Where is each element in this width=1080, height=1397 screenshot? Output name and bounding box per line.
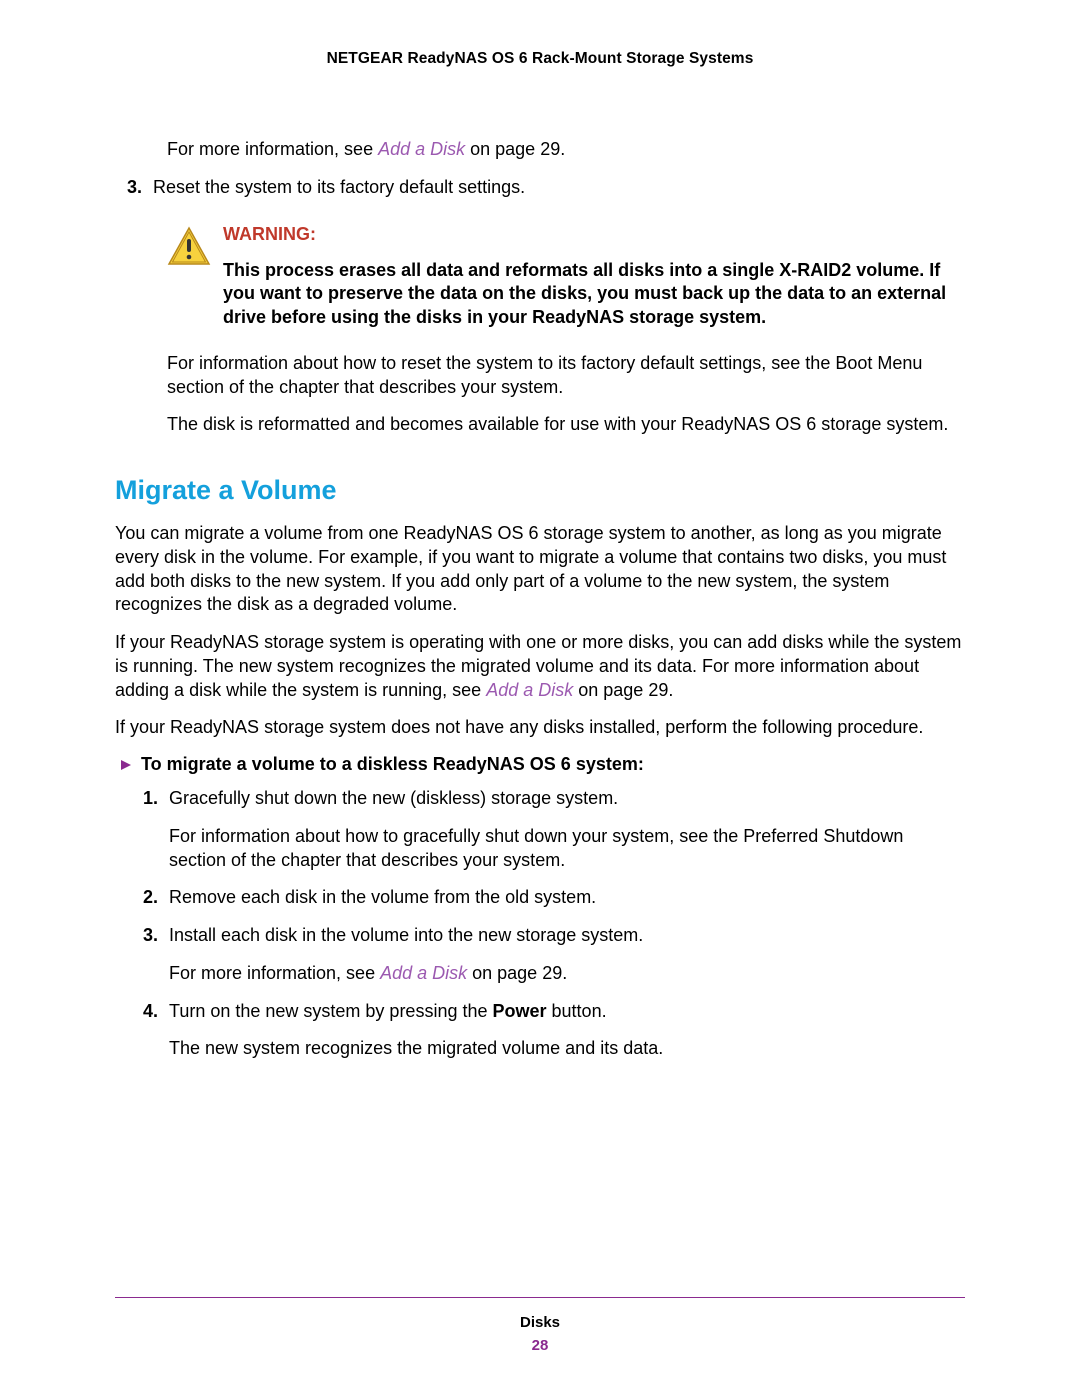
text: on page 29. [467, 963, 567, 983]
paragraph: If your ReadyNAS storage system is opera… [115, 631, 965, 702]
paragraph: If your ReadyNAS storage system does not… [115, 716, 965, 740]
footer-page-number: 28 [115, 1335, 965, 1358]
text: Install each disk in the volume into the… [169, 924, 965, 948]
info-line: For more information, see Add a Disk on … [167, 138, 965, 162]
text: For more information, see [169, 963, 380, 983]
paragraph: The disk is reformatted and becomes avai… [167, 413, 965, 437]
text: For information about how to gracefully … [169, 825, 965, 873]
ordered-list-item: 2. Remove each disk in the volume from t… [143, 886, 965, 910]
page-footer: Disks 28 [115, 1297, 965, 1357]
ordered-list-item: 4. Turn on the new system by pressing th… [143, 1000, 965, 1062]
link-add-a-disk[interactable]: Add a Disk [378, 139, 465, 159]
list-body: Reset the system to its factory default … [153, 176, 965, 200]
paragraph: For information about how to reset the s… [167, 352, 965, 400]
text: For more information, see Add a Disk on … [169, 962, 965, 986]
page-header-title: NETGEAR ReadyNAS OS 6 Rack-Mount Storage… [115, 50, 965, 68]
list-body: Install each disk in the volume into the… [169, 924, 965, 986]
link-add-a-disk[interactable]: Add a Disk [486, 680, 573, 700]
warning-block: WARNING: This process erases all data an… [167, 224, 965, 330]
warning-content: WARNING: This process erases all data an… [215, 224, 965, 330]
text: Gracefully shut down the new (diskless) … [169, 787, 965, 811]
text: Remove each disk in the volume from the … [169, 886, 965, 910]
procedure-heading: To migrate a volume to a diskless ReadyN… [119, 754, 965, 775]
footer-text: Disks 28 [115, 1312, 965, 1357]
text: The new system recognizes the migrated v… [169, 1037, 965, 1061]
footer-section-label: Disks [115, 1312, 965, 1335]
footer-rule [115, 1297, 965, 1298]
list-number: 3. [143, 924, 169, 986]
text-bold: Power [493, 1001, 547, 1021]
list-number: 4. [143, 1000, 169, 1062]
ordered-list-item: 3. Install each disk in the volume into … [143, 924, 965, 986]
text: Turn on the new system by pressing the [169, 1001, 493, 1021]
list-body: Remove each disk in the volume from the … [169, 886, 965, 910]
link-add-a-disk[interactable]: Add a Disk [380, 963, 467, 983]
list-body: Gracefully shut down the new (diskless) … [169, 787, 965, 872]
ordered-list-item: 1. Gracefully shut down the new (diskles… [143, 787, 965, 872]
warning-icon [167, 224, 215, 330]
paragraph: You can migrate a volume from one ReadyN… [115, 522, 965, 617]
text: Reset the system to its factory default … [153, 176, 965, 200]
list-number: 2. [143, 886, 169, 910]
list-number: 1. [143, 787, 169, 872]
list-body: Turn on the new system by pressing the P… [169, 1000, 965, 1062]
text: on page 29. [465, 139, 565, 159]
text: on page 29. [573, 680, 673, 700]
arrow-right-icon [119, 758, 141, 772]
warning-label: WARNING: [223, 224, 965, 245]
text: button. [547, 1001, 607, 1021]
text: Turn on the new system by pressing the P… [169, 1000, 965, 1024]
ordered-list-item: 3. Reset the system to its factory defau… [127, 176, 965, 200]
warning-body: This process erases all data and reforma… [223, 259, 965, 330]
list-number: 3. [127, 176, 153, 200]
procedure-title: To migrate a volume to a diskless ReadyN… [141, 754, 644, 775]
text: For more information, see [167, 139, 378, 159]
section-heading-migrate-volume: Migrate a Volume [115, 475, 965, 506]
document-page: NETGEAR ReadyNAS OS 6 Rack-Mount Storage… [0, 0, 1080, 1397]
